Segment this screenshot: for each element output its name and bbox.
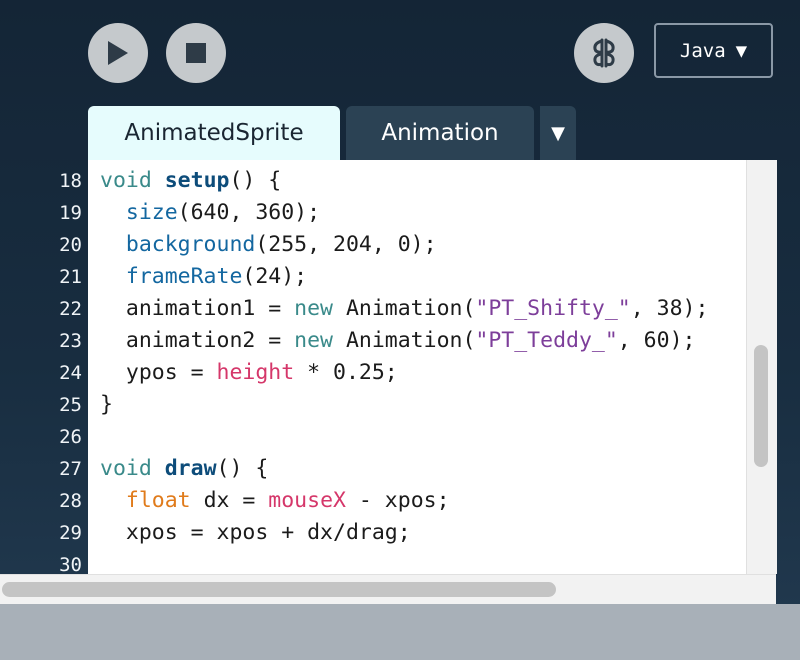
- code-token: (640, 360);: [177, 200, 321, 225]
- code-token: , 38);: [630, 296, 709, 321]
- horizontal-scrollbar-thumb[interactable]: [2, 582, 556, 597]
- code-token: size: [125, 200, 178, 225]
- vertical-scrollbar-thumb[interactable]: [754, 345, 768, 467]
- code-token: "PT_Shifty_": [475, 296, 631, 321]
- code-line: size(640, 360);: [100, 197, 320, 229]
- code-token: background: [125, 232, 256, 257]
- chevron-down-icon: ▼: [551, 122, 565, 144]
- play-icon: [108, 41, 128, 65]
- line-number-gutter: 18 19 20 21 22 23 24 25 26 27 28 29 30: [0, 160, 88, 574]
- code-token: mouseX: [268, 488, 346, 513]
- code-token: draw: [164, 456, 217, 481]
- line-number: 20: [59, 234, 82, 256]
- code-token: void: [100, 456, 165, 481]
- line-number: 19: [59, 202, 82, 224]
- code-token: Animation(: [333, 296, 476, 321]
- line-number: 21: [59, 266, 82, 288]
- code-line: float dx = mouseX - xpos;: [100, 485, 450, 517]
- line-number: 22: [59, 298, 82, 320]
- code-line: animation2 = new Animation("PT_Teddy_", …: [100, 325, 696, 357]
- mode-selector[interactable]: Java ▼: [654, 23, 773, 78]
- code-token: "PT_Teddy_": [475, 328, 618, 353]
- code-token: dx =: [190, 488, 269, 513]
- code-line: animation1 = new Animation("PT_Shifty_",…: [100, 293, 709, 325]
- code-token: setup: [164, 168, 230, 193]
- code-token: - xpos;: [345, 488, 450, 513]
- code-token: , 60);: [617, 328, 696, 353]
- line-number: 25: [59, 394, 82, 416]
- code-token: () {: [229, 168, 282, 193]
- stop-icon: [186, 43, 206, 63]
- code-token: new: [294, 328, 334, 353]
- console-panel: [0, 604, 800, 660]
- line-number: 24: [59, 362, 82, 384]
- code-token: (255, 204, 0);: [255, 232, 437, 257]
- code-token: void: [100, 168, 165, 193]
- code-line: frameRate(24);: [100, 261, 307, 293]
- chevron-down-icon: ▼: [735, 39, 748, 62]
- butterfly-icon: [593, 38, 615, 68]
- line-number: 23: [59, 330, 82, 352]
- code-line: void draw() {: [100, 453, 268, 485]
- code-token: animation1 =: [100, 296, 295, 321]
- code-line: }: [100, 389, 113, 421]
- line-number: 29: [59, 522, 82, 544]
- line-number: 30: [59, 554, 82, 574]
- code-token: new: [294, 296, 334, 321]
- code-token: frameRate: [125, 264, 243, 289]
- tab-label: Animation: [381, 120, 499, 146]
- line-number: 26: [59, 426, 82, 448]
- tab-animation[interactable]: Animation: [346, 106, 534, 160]
- code-token: height: [216, 360, 295, 385]
- code-line: void setup() {: [100, 165, 281, 197]
- code-token: xpos = xpos + dx/drag;: [100, 520, 411, 545]
- tab-label: AnimatedSprite: [124, 120, 304, 146]
- mode-label: Java: [679, 39, 726, 62]
- code-token: () {: [216, 456, 269, 481]
- debug-button[interactable]: [574, 23, 634, 83]
- code-line: ypos = height * 0.25;: [100, 357, 398, 389]
- code-editor[interactable]: void setup() { size(640, 360); backgroun…: [88, 160, 776, 574]
- line-number: 18: [59, 170, 82, 192]
- tab-menu-button[interactable]: ▼: [540, 106, 576, 160]
- code-line: background(255, 204, 0);: [100, 229, 437, 261]
- code-token: float: [125, 488, 191, 513]
- code-token: animation2 =: [100, 328, 295, 353]
- line-number: 28: [59, 490, 82, 512]
- code-token: }: [100, 392, 113, 417]
- code-line: xpos = xpos + dx/drag;: [100, 517, 411, 549]
- code-token: ypos =: [100, 360, 217, 385]
- code-token: Animation(: [333, 328, 476, 353]
- code-token: * 0.25;: [294, 360, 398, 385]
- stop-button[interactable]: [166, 23, 226, 83]
- run-button[interactable]: [88, 23, 148, 83]
- line-number: 27: [59, 458, 82, 480]
- code-token: (24);: [242, 264, 308, 289]
- tab-animated-sprite[interactable]: AnimatedSprite: [88, 106, 340, 160]
